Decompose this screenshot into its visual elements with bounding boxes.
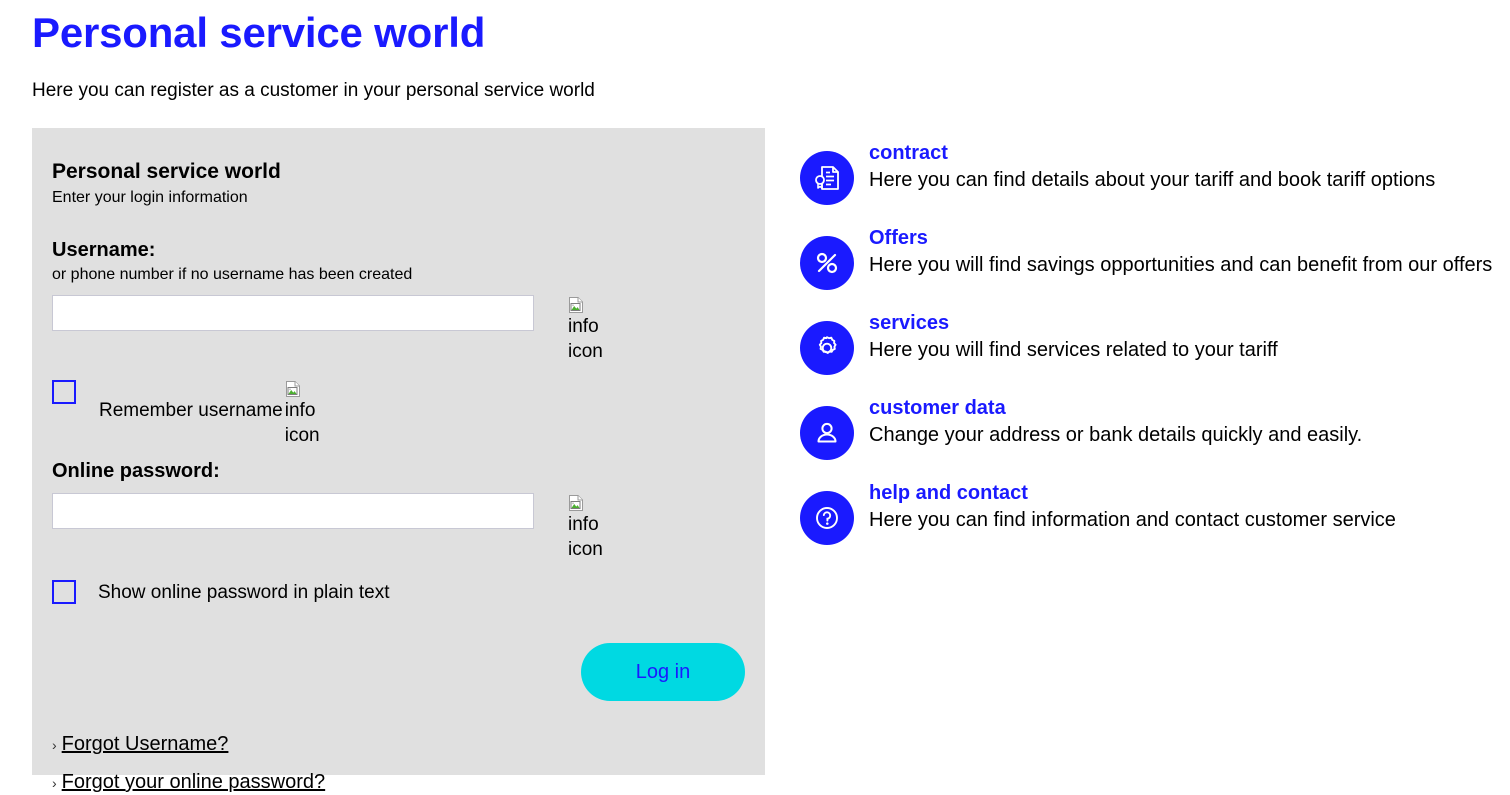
username-info-alt-text: info icon [568,316,603,362]
forgot-username-row: › Forgot Username? [52,731,745,757]
broken-image-glyph [568,297,584,313]
contract-document-icon [800,151,854,205]
remember-username-row: Remember username info icon [52,380,745,448]
forgot-username-link[interactable]: Forgot Username? [62,731,229,757]
forgot-links: › Forgot Username? › Forgot your online … [52,731,745,795]
info-item-customer-data[interactable]: customer data Change your address or ban… [800,395,1510,460]
remember-username-info-icon[interactable]: info icon [285,381,329,448]
password-info-icon[interactable]: info icon [568,495,612,562]
forgot-password-link[interactable]: Forgot your online password? [62,769,325,795]
show-password-row: Show online password in plain text [52,580,745,605]
login-panel: Personal service world Enter your login … [32,128,765,793]
info-desc-customer-data: Change your address or bank details quic… [869,424,1363,446]
info-desc-services: Here you will find services related to y… [869,339,1278,361]
username-row: info icon [52,295,745,364]
percent-icon [800,236,854,290]
broken-image-glyph [285,381,301,397]
username-hint: or phone number if no username has been … [52,266,413,283]
info-desc-contract: Here you can find details about your tar… [869,169,1436,191]
remember-username-info-alt-text: info icon [284,400,320,446]
info-text-help-and-contact: help and contact Here you can find infor… [869,480,1510,534]
info-text-services: services Here you will find services rel… [869,310,1510,364]
login-panel-title: Personal service world [52,160,281,183]
chevron-right-icon: › [52,775,57,791]
info-title-contract[interactable]: contract [869,140,1510,166]
remember-username-checkbox[interactable] [52,380,76,404]
info-title-services[interactable]: services [869,310,1510,336]
page-title: Personal service world [32,9,486,56]
info-item-services[interactable]: services Here you will find services rel… [800,310,1510,375]
chevron-right-icon: › [52,737,57,753]
info-text-offers: Offers Here you will find savings opport… [869,225,1510,279]
show-password-checkbox[interactable] [52,580,76,604]
question-mark-icon [800,491,854,545]
gear-icon [800,321,854,375]
info-title-offers[interactable]: Offers [869,225,1510,251]
info-desc-offers: Here you will find savings opportunities… [869,254,1493,276]
person-icon [800,406,854,460]
info-item-help-and-contact[interactable]: help and contact Here you can find infor… [800,480,1510,545]
info-item-contract[interactable]: contract Here you can find details about… [800,140,1510,205]
info-text-contract: contract Here you can find details about… [869,140,1510,194]
login-button-row: Log in [52,643,745,701]
password-row: info icon [52,493,745,562]
forgot-password-row: › Forgot your online password? [52,769,745,795]
login-panel-subtitle: Enter your login information [52,189,248,206]
info-text-customer-data: customer data Change your address or ban… [869,395,1510,449]
password-label: Online password: [52,460,220,482]
service-info-list: contract Here you can find details about… [800,140,1510,565]
info-item-offers[interactable]: Offers Here you will find savings opport… [800,225,1510,290]
username-input[interactable] [52,295,534,331]
login-button[interactable]: Log in [581,643,745,701]
show-password-label: Show online password in plain text [98,582,390,603]
info-desc-help-and-contact: Here you can find information and contac… [869,509,1396,531]
info-title-help-and-contact[interactable]: help and contact [869,480,1510,506]
username-label: Username: [52,239,156,261]
username-info-icon[interactable]: info icon [568,297,612,364]
broken-image-glyph [568,495,584,511]
password-input[interactable] [52,493,534,529]
password-info-alt-text: info icon [568,514,603,560]
page-subtitle: Here you can register as a customer in y… [32,80,595,101]
info-title-customer-data[interactable]: customer data [869,395,1510,421]
remember-username-label: Remember username [99,400,283,421]
